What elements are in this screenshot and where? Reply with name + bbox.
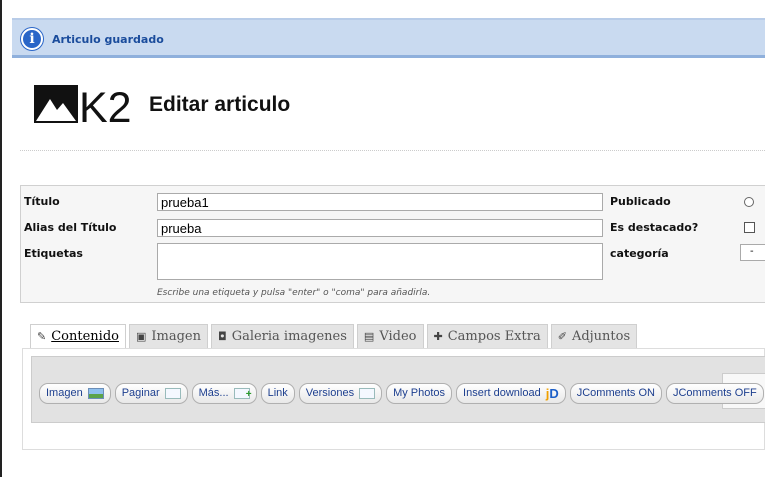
tab-label: Campos Extra	[447, 329, 541, 344]
my-photos-button[interactable]: My Photos	[386, 383, 453, 404]
versiones-button[interactable]: Versiones	[298, 383, 383, 404]
item-tabs: ✎ Contenido ▣ Imagen ◘ Galeria imagenes …	[30, 324, 640, 348]
header-separator	[20, 150, 765, 151]
tab-label: Galeria imagenes	[231, 329, 347, 344]
tab-contenido[interactable]: ✎ Contenido	[30, 324, 126, 348]
title-label: Título	[24, 195, 60, 208]
system-message: i Articulo guardado	[12, 18, 765, 58]
page-title: Editar articulo	[149, 93, 291, 116]
published-label: Publicado	[610, 195, 671, 208]
tab-imagen[interactable]: ▣ Imagen	[128, 324, 208, 348]
published-radio[interactable]	[744, 197, 754, 207]
button-label: Versiones	[305, 387, 355, 399]
message-text: Articulo guardado	[52, 33, 164, 46]
versions-icon	[359, 388, 376, 399]
item-details-panel: Título Alias del Título Etiquetas Escrib…	[20, 185, 765, 303]
jcomments-on-button[interactable]: JComments ON	[569, 383, 662, 404]
jcomments-off-button[interactable]: JComments OFF	[665, 383, 764, 404]
tab-label: Adjuntos	[571, 329, 631, 344]
editor-toolbar: Imagen Paginar Más... Link Versiones My …	[31, 356, 765, 423]
tab-galeria[interactable]: ◘ Galeria imagenes	[210, 324, 354, 348]
mas-button[interactable]: Más...	[191, 383, 257, 404]
tab-video[interactable]: ▤ Video	[356, 324, 424, 348]
category-select[interactable]: -	[740, 244, 765, 261]
tab-campos-extra[interactable]: ✚ Campos Extra	[426, 324, 548, 348]
tags-input[interactable]	[157, 243, 603, 280]
edit-icon: ✎	[37, 330, 47, 343]
tags-hint: Escribe una etiqueta y pulsa "enter" o "…	[157, 288, 431, 298]
button-label: Paginar	[121, 387, 160, 399]
tab-content-area: Imagen Paginar Más... Link Versiones My …	[22, 348, 765, 450]
tab-label: Contenido	[51, 329, 119, 344]
left-border	[0, 0, 2, 477]
imagen-button[interactable]: Imagen	[39, 383, 111, 404]
k2-logo-graphic: K2	[34, 84, 132, 132]
page-break-icon	[164, 388, 181, 399]
button-label: My Photos	[393, 387, 446, 399]
read-more-icon	[233, 385, 252, 404]
button-label: Link	[267, 387, 288, 399]
featured-label: Es destacado?	[610, 221, 699, 234]
button-label: Imagen	[46, 387, 83, 399]
paperclip-icon: ✐	[557, 330, 567, 343]
button-label: JComments ON	[576, 387, 655, 399]
insert-download-button[interactable]: Insert download jD	[456, 383, 566, 404]
editor-button-row: Imagen Paginar Más... Link Versiones My …	[32, 383, 765, 404]
title-input[interactable]	[157, 193, 603, 211]
tab-label: Video	[379, 329, 417, 344]
paginar-button[interactable]: Paginar	[114, 383, 188, 404]
tags-label: Etiquetas	[24, 247, 83, 260]
tab-label: Imagen	[151, 329, 201, 344]
film-icon: ▤	[363, 330, 375, 343]
category-label: categoría	[610, 247, 669, 260]
k2-logo: K2	[34, 84, 134, 132]
button-label: Más...	[198, 387, 229, 399]
button-label: JComments OFF	[672, 387, 757, 399]
jdownloads-icon: jD	[545, 386, 559, 401]
image-icon: ▣	[135, 330, 147, 343]
featured-checkbox[interactable]	[744, 222, 755, 233]
puzzle-icon: ✚	[433, 330, 443, 343]
picture-icon	[87, 388, 104, 399]
info-icon: i	[21, 28, 43, 50]
camera-icon: ◘	[217, 330, 227, 343]
alias-input[interactable]	[157, 219, 603, 237]
button-label: Insert download	[463, 387, 541, 399]
logo-text: K2	[79, 84, 132, 126]
alias-label: Alias del Título	[24, 221, 117, 234]
tab-adjuntos[interactable]: ✐ Adjuntos	[550, 324, 638, 348]
link-button[interactable]: Link	[260, 383, 295, 404]
